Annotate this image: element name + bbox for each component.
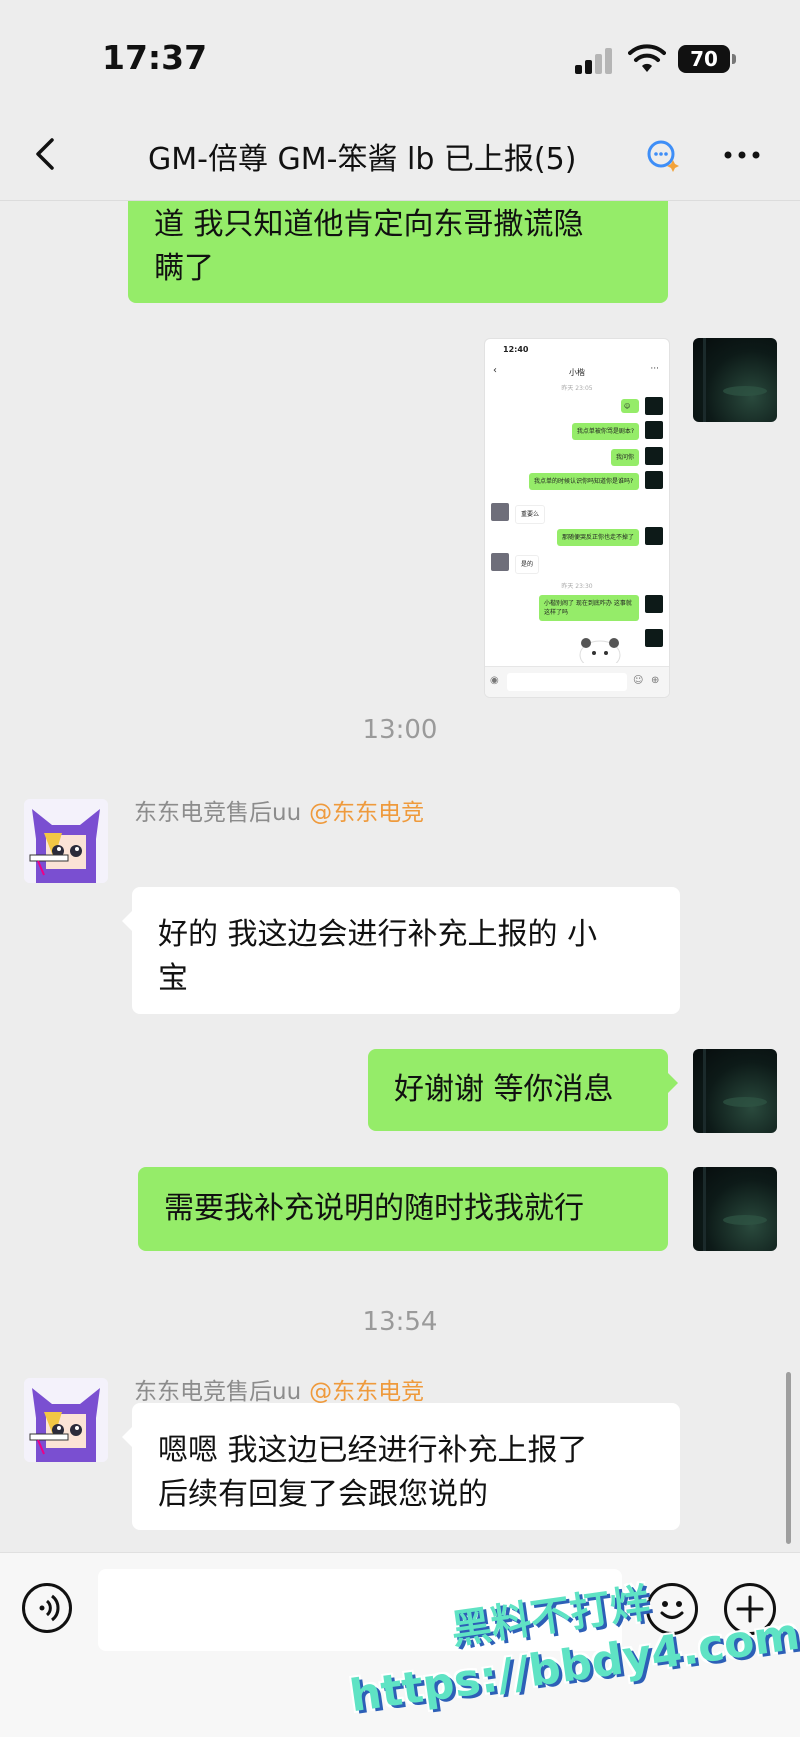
image-message: 重要么 xyxy=(515,505,546,524)
sent-image-message[interactable]: 12:40 ‹ 小楷 ··· 昨天 23:05 ☺ 我点单被你骂是剧本? 我问你… xyxy=(484,338,670,698)
sender-display-name: 东东电竞售后uu xyxy=(134,800,302,826)
message-timestamp: 13:00 xyxy=(362,715,438,745)
image-timestamp: 昨天 23:30 xyxy=(561,583,593,590)
image-avatar xyxy=(645,527,663,545)
message-text: 宝 xyxy=(158,961,188,996)
image-timestamp: 昨天 23:05 xyxy=(561,385,593,392)
plus-icon xyxy=(736,1595,764,1623)
chat-scrollbar[interactable] xyxy=(786,1372,791,1544)
contact-avatar[interactable] xyxy=(24,1378,108,1462)
sender-display-name: 东东电竞售后uu xyxy=(134,1379,302,1405)
sender-name: 东东电竞售后uu @东东电竞 xyxy=(134,793,424,827)
message-text: 好的 我这边会进行补充上报的 小 xyxy=(158,917,598,952)
anime-cat-avatar-icon xyxy=(24,1378,108,1462)
back-arrow-icon[interactable] xyxy=(28,134,68,174)
message-timestamp: 13:54 xyxy=(362,1307,438,1337)
message-text: 嗯嗯 我这边已经进行补充上报了 xyxy=(158,1433,588,1468)
image-more-icon: ··· xyxy=(650,364,659,374)
image-voice-icon: ◉ xyxy=(490,675,499,686)
message-text: 好谢谢 等你消息 xyxy=(394,1072,614,1107)
message-input-bar xyxy=(0,1552,800,1737)
image-message: 我问你 xyxy=(610,449,639,466)
anime-cat-avatar-icon xyxy=(24,799,108,883)
status-bar: 17:37 70 xyxy=(0,0,800,110)
image-input-field xyxy=(507,673,627,691)
sender-name: 东东电竞售后uu @东东电竞 xyxy=(134,1372,424,1406)
image-input-bar: ◉ ☺ ⊕ xyxy=(485,666,669,697)
my-avatar[interactable] xyxy=(693,1049,777,1133)
message-text: 道 我只知道他肯定向东哥撒谎隐 xyxy=(154,207,584,242)
chat-header: GM-倍尊 GM-笨酱 lb 已上报(5) xyxy=(0,110,800,201)
image-plus-icon: ⊕ xyxy=(651,675,660,686)
cellular-signal-icon xyxy=(575,48,613,74)
received-message-bubble[interactable]: 嗯嗯 我这边已经进行补充上报了 后续有回复了会跟您说的 xyxy=(122,1403,680,1530)
image-message: 是的 xyxy=(515,555,540,574)
image-message: 我点单的时候认识你吗知道你是谁吗? xyxy=(529,473,639,490)
emoji-button[interactable] xyxy=(646,1583,698,1635)
battery-icon: 70 xyxy=(678,45,736,73)
status-time: 17:37 xyxy=(102,38,208,77)
message-text-input[interactable] xyxy=(98,1569,622,1651)
image-message: 小楷别闹了 现在到底咋办 这事就这样了吗 xyxy=(539,595,639,621)
sender-org-tag: @东东电竞 xyxy=(309,800,425,826)
image-message: 我点单被你骂是剧本? xyxy=(571,423,639,440)
image-emoji-icon: ☺ xyxy=(633,675,644,686)
image-avatar xyxy=(645,471,663,489)
more-functions-button[interactable] xyxy=(724,1583,776,1635)
image-avatar xyxy=(645,421,663,439)
more-options-icon[interactable] xyxy=(722,138,762,172)
image-chat-title: 小楷 xyxy=(569,368,585,377)
image-avatar xyxy=(645,629,663,647)
image-message: 那随便哭反正你也走不掉了 xyxy=(556,529,639,546)
message-text: 后续有回复了会跟您说的 xyxy=(158,1477,488,1512)
my-avatar[interactable] xyxy=(693,1167,777,1251)
image-avatar xyxy=(645,595,663,613)
received-message-bubble[interactable]: 好的 我这边会进行补充上报的 小 宝 xyxy=(122,887,680,1014)
chat-message-list[interactable]: 道 我只知道他肯定向东哥撒谎隐 瞒了 12:40 ‹ 小楷 ··· 昨天 23:… xyxy=(0,201,800,1551)
image-avatar xyxy=(645,397,663,415)
contact-avatar[interactable] xyxy=(24,799,108,883)
sent-message-bubble[interactable]: 好谢谢 等你消息 xyxy=(368,1049,678,1131)
voice-input-button[interactable] xyxy=(22,1583,72,1633)
chat-title: GM-倍尊 GM-笨酱 lb 已上报(5) xyxy=(148,142,577,177)
my-avatar[interactable] xyxy=(693,338,777,422)
image-status-time: 12:40 xyxy=(503,345,529,354)
emoji-icon xyxy=(660,1601,684,1619)
message-text: 需要我补充说明的随时找我就行 xyxy=(164,1191,584,1226)
image-avatar xyxy=(645,447,663,465)
wifi-icon xyxy=(628,44,666,72)
image-emoji-message: ☺ xyxy=(621,399,639,413)
sender-org-tag: @东东电竞 xyxy=(309,1379,425,1405)
voice-icon xyxy=(39,1594,60,1622)
image-sticker xyxy=(579,638,621,663)
ai-chat-icon[interactable] xyxy=(646,138,680,172)
message-text: 瞒了 xyxy=(154,251,214,286)
image-avatar xyxy=(491,503,509,521)
sent-message-bubble[interactable]: 道 我只知道他肯定向东哥撒谎隐 瞒了 xyxy=(128,201,668,303)
sent-message-bubble[interactable]: 需要我补充说明的随时找我就行 xyxy=(138,1167,668,1251)
image-avatar xyxy=(491,553,509,571)
